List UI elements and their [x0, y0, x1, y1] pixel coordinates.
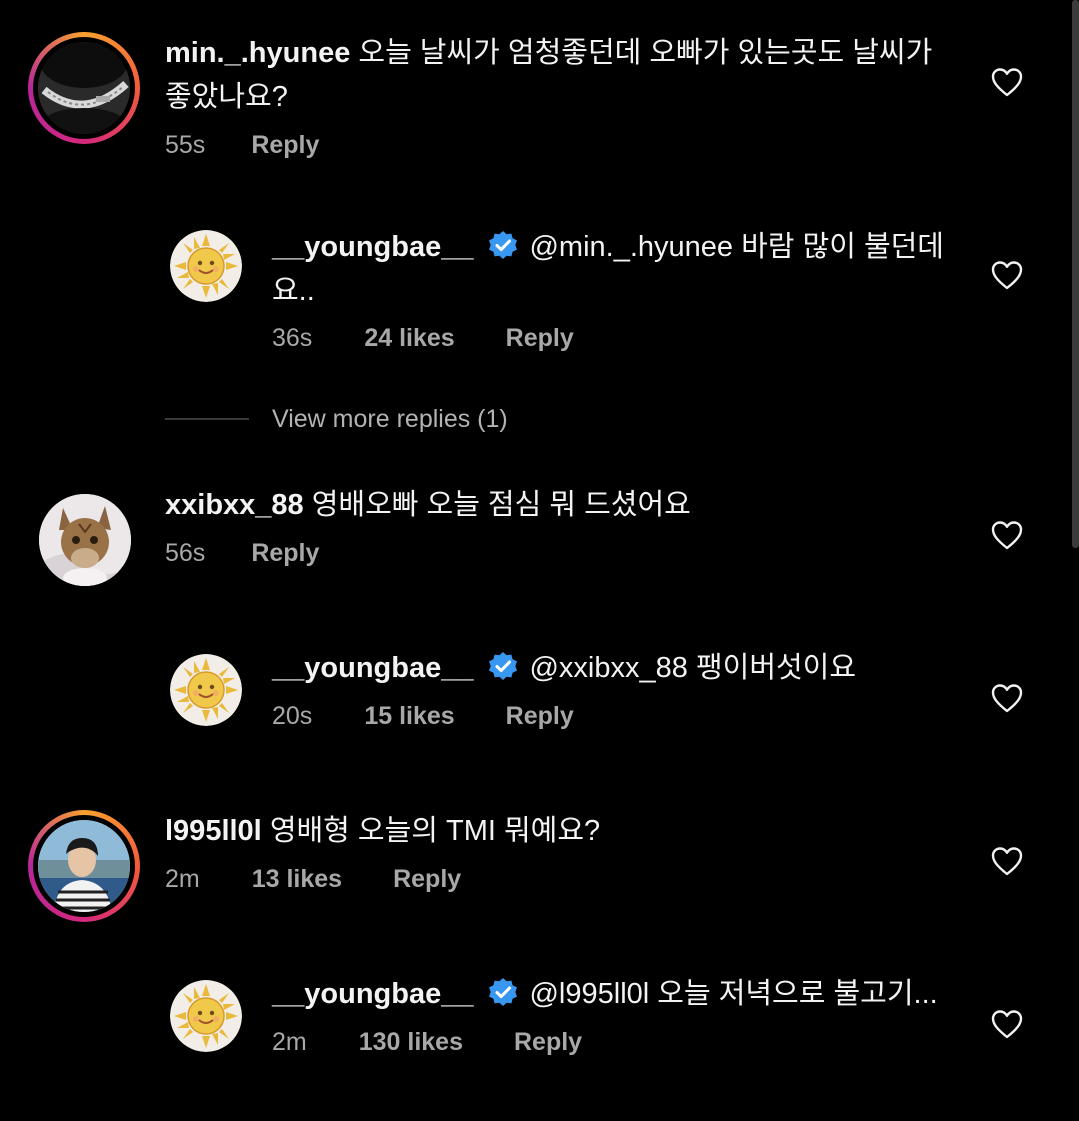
- reply-button[interactable]: Reply: [506, 702, 574, 731]
- reply-button[interactable]: Reply: [393, 865, 461, 894]
- reply-button[interactable]: Reply: [506, 324, 574, 353]
- reply-meta: 20s 15 likes Reply: [272, 702, 574, 731]
- reply-button[interactable]: Reply: [514, 1028, 582, 1057]
- reply-meta: 36s 24 likes Reply: [272, 324, 574, 353]
- comment-time: 2m: [165, 865, 200, 893]
- comment-text: l995ll0l 영배형 오늘의 TMI 뭐예요?: [165, 809, 965, 853]
- heart-icon[interactable]: [991, 683, 1023, 713]
- reply-username[interactable]: __youngbae__: [272, 978, 473, 1010]
- heart-icon[interactable]: [991, 846, 1023, 876]
- comment-text: xxibxx_88 영배오빠 오늘 점심 뭐 드셨어요: [165, 483, 965, 527]
- reply-body: 오늘 저녁으로 불고기...: [657, 978, 938, 1010]
- reply-username[interactable]: __youngbae__: [272, 231, 473, 263]
- comment-time: 55s: [165, 131, 206, 159]
- reply-button[interactable]: Reply: [251, 539, 319, 568]
- likes-count[interactable]: 24 likes: [364, 324, 454, 353]
- person-photo-avatar[interactable]: [38, 820, 130, 912]
- comment-text: min._.hyunee 오늘 날씨가 엄청좋던데 오빠가 있는곳도 날씨가 좋…: [165, 31, 965, 119]
- likes-count[interactable]: 13 likes: [252, 865, 342, 894]
- comment-username[interactable]: xxibxx_88: [165, 489, 304, 521]
- reply-time: 2m: [272, 1028, 307, 1056]
- comment-body: 영배형 오늘의 TMI 뭐예요?: [269, 815, 601, 847]
- likes-count[interactable]: 130 likes: [359, 1028, 463, 1057]
- comment-meta: 55s Reply: [165, 131, 319, 160]
- view-more-divider: [165, 418, 249, 420]
- reply-body: 팽이버섯이요: [695, 652, 857, 684]
- reply-text: __youngbae__ @xxibxx_88 팽이버섯이요: [272, 646, 952, 690]
- reply-time: 36s: [272, 324, 313, 352]
- verified-badge-icon: [487, 977, 519, 1009]
- reply-mention[interactable]: @min._.hyunee: [529, 231, 733, 263]
- scrollbar[interactable]: [1072, 0, 1079, 548]
- comment-time: 56s: [165, 539, 206, 567]
- reply-text: __youngbae__ @l995ll0l 오늘 저녁으로 불고기...: [272, 972, 972, 1016]
- comment-meta: 56s Reply: [165, 539, 319, 568]
- reply-mention[interactable]: @xxibxx_88: [529, 652, 687, 684]
- reply-time: 20s: [272, 702, 313, 730]
- sun-avatar[interactable]: [170, 654, 242, 726]
- verified-badge-icon: [487, 651, 519, 683]
- reply-button[interactable]: Reply: [251, 131, 319, 160]
- reply-text: __youngbae__ @min._.hyunee 바람 많이 불던데 요..: [272, 225, 952, 313]
- heart-icon[interactable]: [991, 67, 1023, 97]
- cat-photo-avatar[interactable]: [39, 494, 131, 586]
- reply-username[interactable]: __youngbae__: [272, 652, 473, 684]
- sun-avatar[interactable]: [170, 230, 242, 302]
- heart-icon[interactable]: [991, 520, 1023, 550]
- story-ring[interactable]: [28, 810, 140, 922]
- comment-body: 영배오빠 오늘 점심 뭐 드셨어요: [311, 489, 691, 521]
- zipper-photo-avatar[interactable]: [38, 42, 130, 134]
- comment-username[interactable]: min._.hyunee: [165, 37, 350, 69]
- verified-badge-icon: [487, 230, 519, 262]
- story-ring[interactable]: [28, 32, 140, 144]
- likes-count[interactable]: 15 likes: [364, 702, 454, 731]
- comment-meta: 2m 13 likes Reply: [165, 865, 461, 894]
- view-more-replies[interactable]: View more replies (1): [272, 405, 508, 434]
- sun-avatar[interactable]: [170, 980, 242, 1052]
- reply-meta: 2m 130 likes Reply: [272, 1028, 582, 1057]
- heart-icon[interactable]: [991, 260, 1023, 290]
- reply-mention[interactable]: @l995ll0l: [529, 978, 649, 1010]
- heart-icon[interactable]: [991, 1009, 1023, 1039]
- comment-username[interactable]: l995ll0l: [165, 815, 262, 847]
